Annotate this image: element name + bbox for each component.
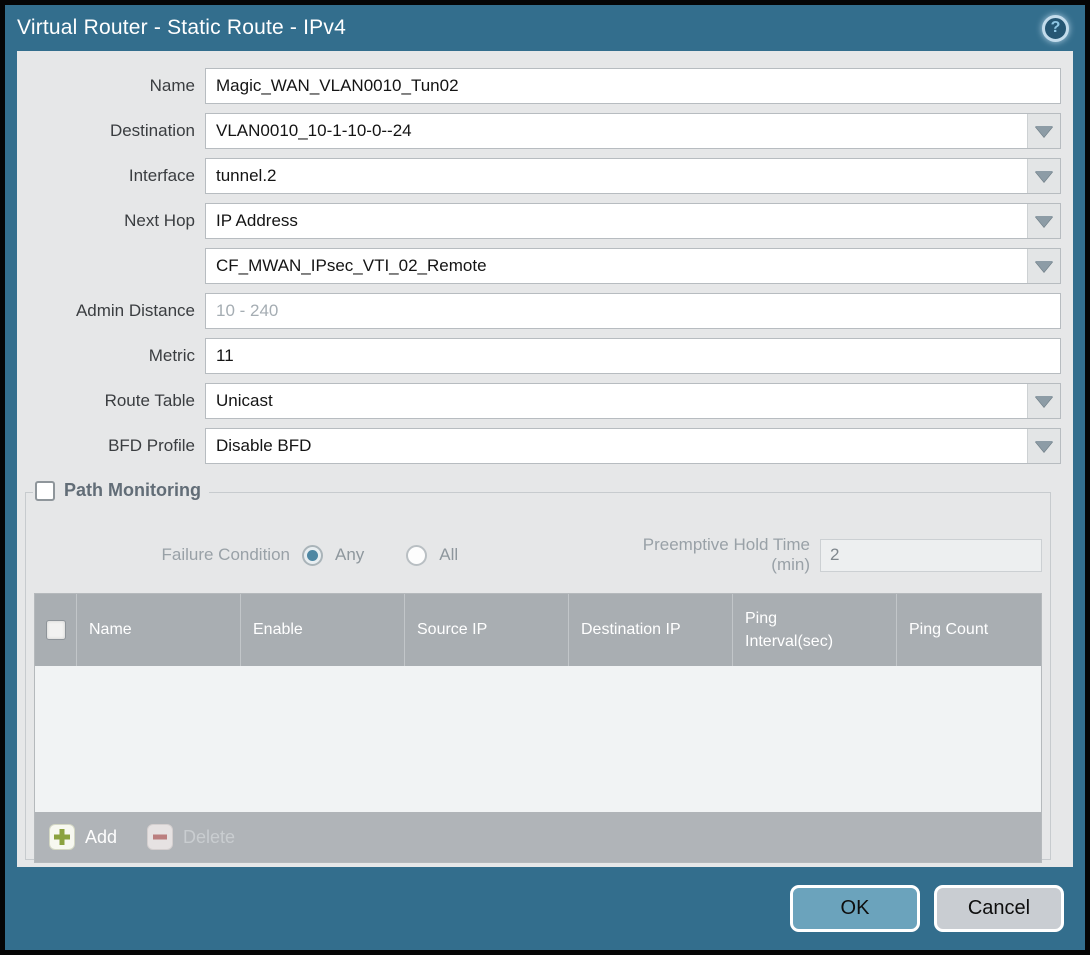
chevron-down-icon bbox=[1035, 171, 1053, 182]
bfd-profile-select[interactable]: Disable BFD bbox=[205, 428, 1061, 464]
next-hop-address-dropdown-button[interactable] bbox=[1027, 249, 1060, 283]
next-hop-dropdown-button[interactable] bbox=[1027, 204, 1060, 238]
failure-any-option[interactable]: Any bbox=[302, 545, 364, 566]
column-label: Name bbox=[89, 621, 132, 639]
bfd-profile-label: BFD Profile bbox=[17, 436, 205, 456]
admin-distance-input[interactable] bbox=[205, 293, 1061, 329]
column-label: Ping Interval(sec) bbox=[745, 607, 850, 653]
help-icon[interactable]: ? bbox=[1042, 15, 1069, 42]
failure-all-label: All bbox=[439, 545, 458, 565]
cancel-button[interactable]: Cancel bbox=[934, 885, 1064, 932]
name-label: Name bbox=[17, 76, 205, 96]
chevron-down-icon bbox=[1035, 126, 1053, 137]
add-icon bbox=[49, 824, 75, 850]
column-header-enable[interactable]: Enable bbox=[241, 594, 405, 666]
route-table-row: Route Table Unicast bbox=[17, 383, 1061, 419]
help-glyph: ? bbox=[1051, 19, 1061, 37]
column-header-destination-ip[interactable]: Destination IP bbox=[569, 594, 733, 666]
metric-input[interactable] bbox=[205, 338, 1061, 374]
failure-all-option[interactable]: All bbox=[406, 545, 458, 566]
next-hop-select[interactable]: IP Address bbox=[205, 203, 1061, 239]
next-hop-label: Next Hop bbox=[17, 211, 205, 231]
next-hop-address-row: CF_MWAN_IPsec_VTI_02_Remote bbox=[17, 248, 1061, 284]
dialog-title: Virtual Router - Static Route - IPv4 bbox=[17, 16, 1042, 40]
next-hop-address-select[interactable]: CF_MWAN_IPsec_VTI_02_Remote bbox=[205, 248, 1061, 284]
chevron-down-icon bbox=[1035, 441, 1053, 452]
path-monitoring-title: Path Monitoring bbox=[64, 480, 201, 501]
radio-dot bbox=[411, 550, 422, 561]
chevron-down-icon bbox=[1035, 261, 1053, 272]
route-table-dropdown-button[interactable] bbox=[1027, 384, 1060, 418]
delete-button[interactable]: Delete bbox=[147, 824, 235, 850]
dialog-footer: OK Cancel bbox=[5, 867, 1085, 950]
static-route-dialog: Virtual Router - Static Route - IPv4 ? N… bbox=[0, 0, 1090, 955]
failure-any-label: Any bbox=[335, 545, 364, 565]
table-body-empty bbox=[35, 666, 1041, 812]
column-header-ping-count[interactable]: Ping Count bbox=[897, 594, 1041, 666]
interface-label: Interface bbox=[17, 166, 205, 186]
dialog-content: Name Destination VLAN0010_10-1-10-0--24 … bbox=[17, 51, 1073, 867]
select-all-checkbox[interactable] bbox=[46, 620, 66, 640]
next-hop-address-value: CF_MWAN_IPsec_VTI_02_Remote bbox=[206, 249, 1027, 283]
path-monitoring-table: Name Enable Source IP Destination IP Pin… bbox=[34, 593, 1042, 863]
path-monitoring-group: Path Monitoring Failure Condition Any Al… bbox=[25, 492, 1051, 860]
preemptive-hold-time-input[interactable] bbox=[820, 539, 1042, 572]
route-table-value: Unicast bbox=[206, 384, 1027, 418]
add-button[interactable]: Add bbox=[49, 824, 117, 850]
name-input[interactable] bbox=[205, 68, 1061, 104]
column-label: Enable bbox=[253, 621, 303, 639]
name-row: Name bbox=[17, 68, 1061, 104]
metric-row: Metric bbox=[17, 338, 1061, 374]
preemptive-hold-time-label: Preemptive Hold Time (min) bbox=[620, 535, 820, 575]
bfd-profile-value: Disable BFD bbox=[206, 429, 1027, 463]
failure-any-radio[interactable] bbox=[302, 545, 323, 566]
column-header-source-ip[interactable]: Source IP bbox=[405, 594, 569, 666]
chevron-down-icon bbox=[1035, 216, 1053, 227]
failure-condition-row: Failure Condition Any All Preemptive Hol… bbox=[34, 535, 1042, 575]
destination-select[interactable]: VLAN0010_10-1-10-0--24 bbox=[205, 113, 1061, 149]
route-table-select[interactable]: Unicast bbox=[205, 383, 1061, 419]
route-table-label: Route Table bbox=[17, 391, 205, 411]
delete-label: Delete bbox=[183, 827, 235, 848]
column-header-ping-interval[interactable]: Ping Interval(sec) bbox=[733, 594, 897, 666]
destination-value: VLAN0010_10-1-10-0--24 bbox=[206, 114, 1027, 148]
add-label: Add bbox=[85, 827, 117, 848]
interface-select[interactable]: tunnel.2 bbox=[205, 158, 1061, 194]
bfd-profile-row: BFD Profile Disable BFD bbox=[17, 428, 1061, 464]
radio-dot bbox=[307, 550, 318, 561]
failure-condition-label: Failure Condition bbox=[34, 545, 302, 565]
admin-distance-row: Admin Distance bbox=[17, 293, 1061, 329]
chevron-down-icon bbox=[1035, 396, 1053, 407]
column-label: Source IP bbox=[417, 621, 487, 639]
table-header: Name Enable Source IP Destination IP Pin… bbox=[35, 594, 1041, 666]
next-hop-row: Next Hop IP Address bbox=[17, 203, 1061, 239]
column-label: Ping Count bbox=[909, 621, 988, 639]
admin-distance-label: Admin Distance bbox=[17, 301, 205, 321]
destination-row: Destination VLAN0010_10-1-10-0--24 bbox=[17, 113, 1061, 149]
destination-label: Destination bbox=[17, 121, 205, 141]
table-toolbar: Add Delete bbox=[35, 812, 1041, 862]
delete-icon bbox=[147, 824, 173, 850]
bfd-profile-dropdown-button[interactable] bbox=[1027, 429, 1060, 463]
path-monitoring-legend: Path Monitoring bbox=[33, 480, 209, 501]
metric-label: Metric bbox=[17, 346, 205, 366]
failure-condition-radios: Any All bbox=[302, 545, 500, 566]
interface-dropdown-button[interactable] bbox=[1027, 159, 1060, 193]
dialog-titlebar: Virtual Router - Static Route - IPv4 ? bbox=[5, 5, 1085, 51]
column-header-name[interactable]: Name bbox=[77, 594, 241, 666]
failure-all-radio[interactable] bbox=[406, 545, 427, 566]
destination-dropdown-button[interactable] bbox=[1027, 114, 1060, 148]
ok-button[interactable]: OK bbox=[790, 885, 920, 932]
next-hop-value: IP Address bbox=[206, 204, 1027, 238]
interface-value: tunnel.2 bbox=[206, 159, 1027, 193]
path-monitoring-checkbox[interactable] bbox=[35, 481, 55, 501]
select-all-cell bbox=[35, 594, 77, 666]
column-label: Destination IP bbox=[581, 621, 681, 639]
interface-row: Interface tunnel.2 bbox=[17, 158, 1061, 194]
